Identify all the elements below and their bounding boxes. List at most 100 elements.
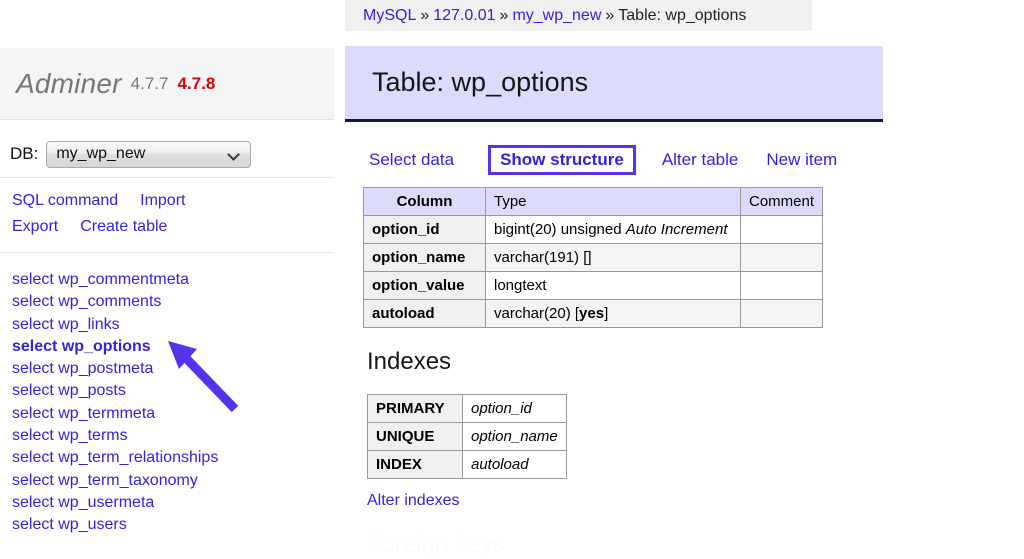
table-list-item[interactable]: select wp_commentmeta bbox=[12, 269, 332, 291]
foreign-keys-heading: Foreign keys bbox=[367, 531, 504, 559]
index-columns: option_name bbox=[463, 423, 567, 451]
table-select-link[interactable]: select bbox=[12, 472, 54, 489]
structure-header-type: Type bbox=[486, 188, 741, 216]
table-name-link[interactable]: wp_termmeta bbox=[54, 405, 155, 422]
table-list-item[interactable]: select wp_postmeta bbox=[12, 358, 332, 380]
structure-column-name: option_value bbox=[364, 272, 486, 300]
table-name-link[interactable]: wp_commentmeta bbox=[54, 271, 189, 288]
structure-column-name: option_name bbox=[364, 244, 486, 272]
tab-select-data[interactable]: Select data bbox=[369, 150, 454, 170]
breadcrumb-link-host[interactable]: 127.0.01 bbox=[433, 7, 495, 25]
indexes-table: PRIMARYoption_idUNIQUEoption_nameINDEXau… bbox=[367, 394, 567, 479]
indexes-heading: Indexes bbox=[367, 348, 451, 376]
table-list-item[interactable]: select wp_usermeta bbox=[12, 492, 332, 514]
breadcrumb: MySQL » 127.0.01 » my_wp_new » Table: wp… bbox=[345, 0, 812, 31]
link-import[interactable]: Import bbox=[140, 192, 185, 209]
link-alter-indexes[interactable]: Alter indexes bbox=[367, 492, 460, 510]
structure-column-comment bbox=[741, 244, 823, 272]
database-select[interactable]: my_wp_new bbox=[46, 141, 251, 168]
brand-name: Adminer bbox=[16, 68, 122, 100]
table-select-link[interactable]: select bbox=[12, 516, 54, 533]
table-list-item[interactable]: select wp_posts bbox=[12, 380, 332, 402]
table-name-link[interactable]: wp_options bbox=[57, 338, 150, 355]
table-select-link[interactable]: select bbox=[12, 405, 54, 422]
type-default-value: yes bbox=[579, 305, 604, 322]
breadcrumb-link-server[interactable]: MySQL bbox=[363, 7, 416, 25]
table-name-link[interactable]: wp_links bbox=[54, 316, 120, 333]
table-name-link[interactable]: wp_posts bbox=[54, 382, 126, 399]
structure-column-comment bbox=[741, 272, 823, 300]
table-row: option_namevarchar(191) [] bbox=[364, 244, 823, 272]
sidebar: Adminer 4.7.7 4.7.8 DB: my_wp_new SQL co… bbox=[0, 0, 334, 540]
tab-new-item[interactable]: New item bbox=[766, 150, 837, 170]
table-list-item[interactable]: select wp_terms bbox=[12, 425, 332, 447]
index-row: PRIMARYoption_id bbox=[368, 395, 567, 423]
table-select-link[interactable]: select bbox=[12, 360, 54, 377]
table-select-link[interactable]: select bbox=[12, 316, 54, 333]
database-selector-row: DB: my_wp_new bbox=[0, 131, 334, 178]
table-list-item[interactable]: select wp_term_relationships bbox=[12, 447, 332, 469]
table-list-item[interactable]: select wp_users bbox=[12, 514, 332, 536]
table-select-link[interactable]: select bbox=[12, 427, 54, 444]
table-list-item[interactable]: select wp_term_taxonomy bbox=[12, 470, 332, 492]
table-list-item[interactable]: select wp_comments bbox=[12, 291, 332, 313]
structure-column-type: varchar(20) [yes] bbox=[486, 300, 741, 328]
structure-column-type: bigint(20) unsigned Auto Increment bbox=[486, 216, 741, 244]
table-name-link[interactable]: wp_usermeta bbox=[54, 494, 155, 511]
table-select-link[interactable]: select bbox=[12, 494, 54, 511]
brand-new-version[interactable]: 4.7.8 bbox=[177, 74, 215, 94]
breadcrumb-separator: » bbox=[500, 7, 509, 25]
link-export[interactable]: Export bbox=[12, 218, 58, 235]
brand-header: Adminer 4.7.7 4.7.8 bbox=[0, 48, 334, 120]
breadcrumb-current: Table: wp_options bbox=[618, 7, 746, 25]
table-list-item[interactable]: select wp_links bbox=[12, 314, 332, 336]
structure-column-type: varchar(191) [] bbox=[486, 244, 741, 272]
table-name-link[interactable]: wp_term_taxonomy bbox=[54, 472, 198, 489]
structure-column-comment bbox=[741, 300, 823, 328]
table-select-link[interactable]: select bbox=[12, 449, 54, 466]
link-sql-command[interactable]: SQL command bbox=[12, 192, 118, 209]
index-type: PRIMARY bbox=[368, 395, 463, 423]
index-columns: option_id bbox=[463, 395, 567, 423]
table-row: option_idbigint(20) unsigned Auto Increm… bbox=[364, 216, 823, 244]
structure-table-header-row: Column Type Comment bbox=[364, 188, 823, 216]
table-name-link[interactable]: wp_comments bbox=[54, 293, 162, 310]
table-select-link[interactable]: select bbox=[12, 382, 54, 399]
table-name-link[interactable]: wp_users bbox=[54, 516, 127, 533]
table-select-link[interactable]: select bbox=[12, 293, 54, 310]
index-row: INDEXautoload bbox=[368, 451, 567, 479]
structure-column-name: autoload bbox=[364, 300, 486, 328]
structure-header-column: Column bbox=[364, 188, 486, 216]
table-list-item[interactable]: select wp_options bbox=[12, 336, 332, 358]
structure-table: Column Type Comment option_idbigint(20) … bbox=[363, 187, 823, 328]
database-label: DB: bbox=[10, 144, 38, 164]
index-row: UNIQUEoption_name bbox=[368, 423, 567, 451]
sidebar-action-links: SQL command Import Export Create table bbox=[12, 188, 332, 240]
tab-alter-table[interactable]: Alter table bbox=[662, 150, 739, 170]
table-select-link[interactable]: select bbox=[12, 338, 57, 355]
structure-column-name: option_id bbox=[364, 216, 486, 244]
table-name-link[interactable]: wp_terms bbox=[54, 427, 128, 444]
sidebar-divider bbox=[0, 252, 334, 253]
index-columns: autoload bbox=[463, 451, 567, 479]
page-title: Table: wp_options bbox=[372, 67, 588, 98]
structure-column-comment bbox=[741, 216, 823, 244]
breadcrumb-link-database[interactable]: my_wp_new bbox=[512, 7, 601, 25]
table-name-link[interactable]: wp_postmeta bbox=[54, 360, 154, 377]
table-list-item[interactable]: select wp_termmeta bbox=[12, 403, 332, 425]
page-title-banner: Table: wp_options bbox=[345, 46, 883, 122]
structure-column-type: longtext bbox=[486, 272, 741, 300]
tab-show-structure[interactable]: Show structure bbox=[488, 145, 636, 175]
link-create-table[interactable]: Create table bbox=[80, 218, 167, 235]
index-type: INDEX bbox=[368, 451, 463, 479]
table-name-link[interactable]: wp_term_relationships bbox=[54, 449, 219, 466]
breadcrumb-separator: » bbox=[420, 7, 429, 25]
table-row: option_valuelongtext bbox=[364, 272, 823, 300]
chevron-down-icon bbox=[229, 149, 240, 160]
brand-version: 4.7.7 bbox=[131, 74, 169, 94]
database-select-value: my_wp_new bbox=[56, 145, 145, 163]
table-list: select wp_commentmetaselect wp_commentss… bbox=[12, 269, 332, 537]
table-row: autoloadvarchar(20) [yes] bbox=[364, 300, 823, 328]
table-select-link[interactable]: select bbox=[12, 271, 54, 288]
type-modifier: Auto Increment bbox=[626, 221, 728, 238]
